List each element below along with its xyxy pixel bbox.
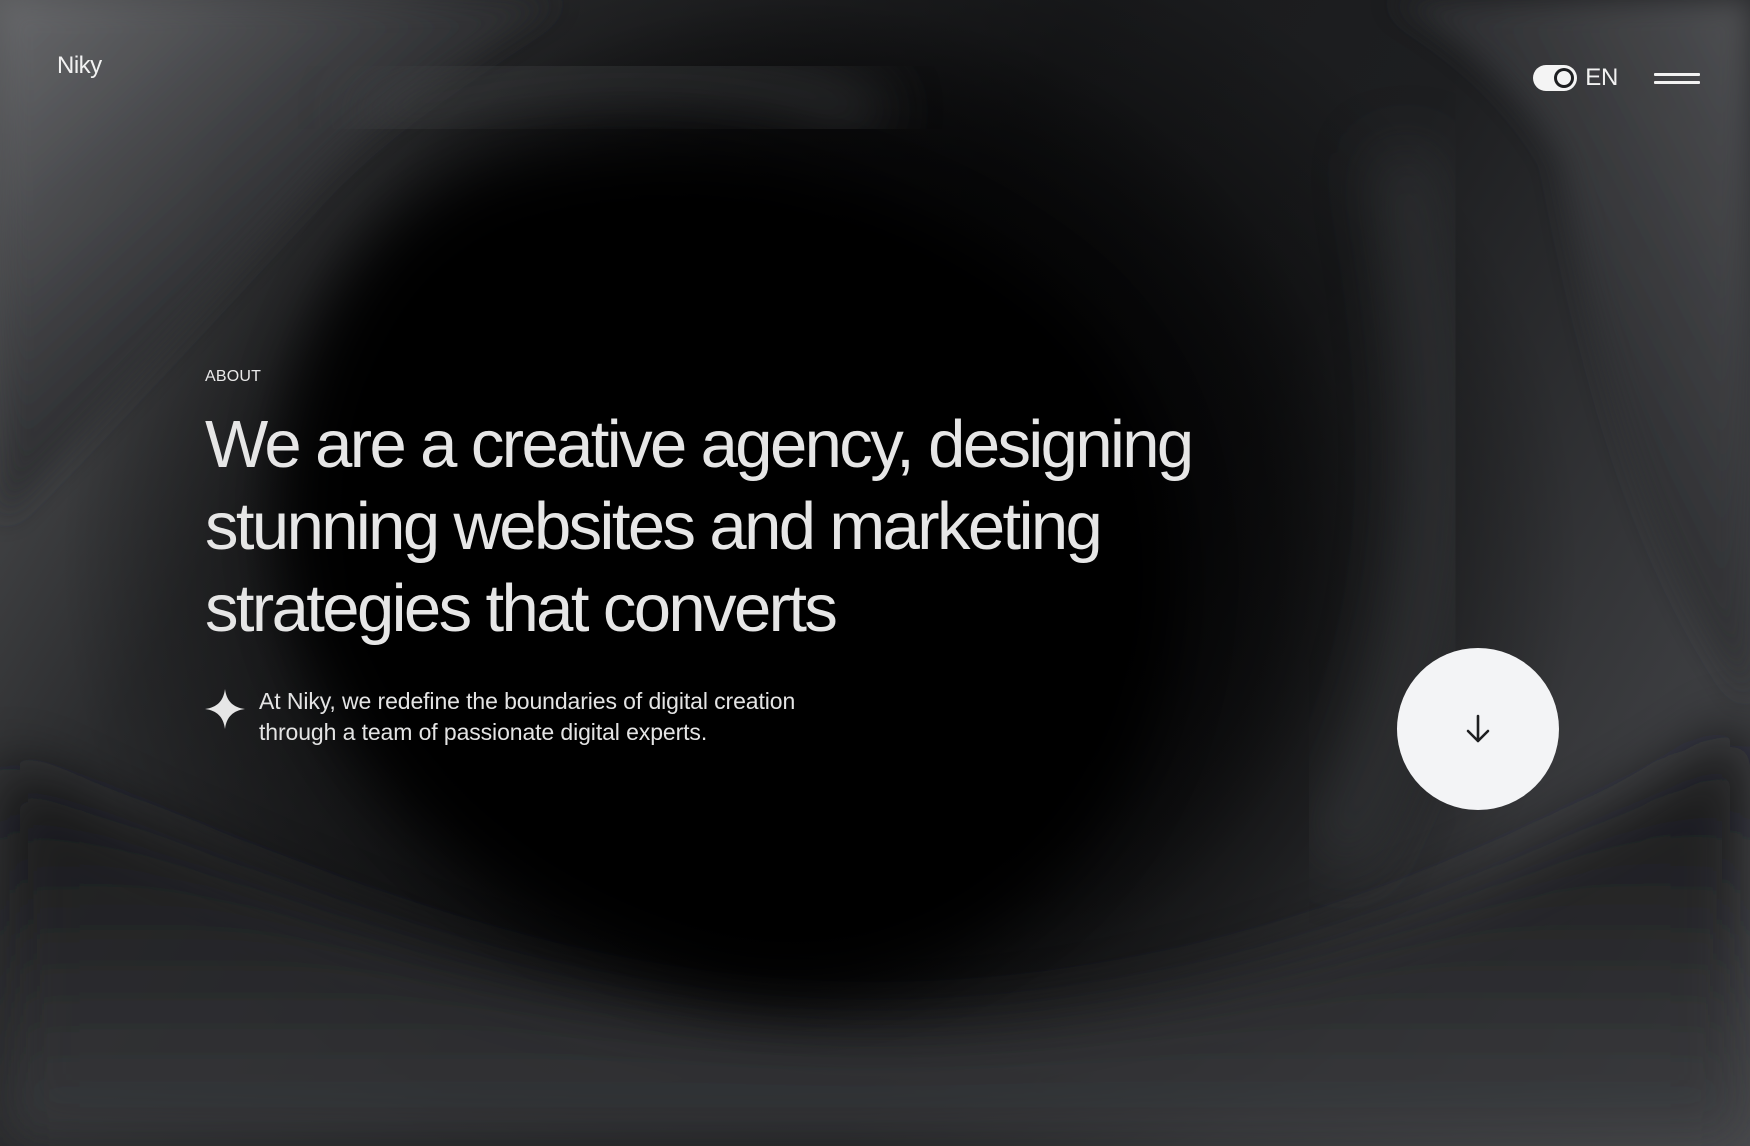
headline-line: stunning websites and marketing: [205, 489, 1103, 564]
menu-line-top: [1654, 73, 1700, 76]
hero-content: ABOUT We are a creative agency, designin…: [205, 368, 1205, 650]
headline-line: We are a creative agency, designing: [205, 407, 1194, 482]
scroll-down-button[interactable]: [1397, 648, 1559, 810]
page: Niky EN ABOUT We are a creative agency, …: [0, 0, 1750, 1146]
language-label: EN: [1585, 64, 1618, 91]
hamburger-menu-icon[interactable]: [1654, 67, 1700, 89]
intro-block: At Niky, we redefine the boundaries of d…: [205, 686, 795, 748]
section-eyebrow: ABOUT: [205, 368, 262, 385]
menu-line-bottom: [1654, 81, 1700, 84]
intro-line: At Niky, we redefine the boundaries of d…: [259, 688, 796, 714]
intro-line: through a team of passionate digital exp…: [259, 719, 708, 745]
language-toggle[interactable]: EN: [1533, 64, 1618, 92]
intro-text: At Niky, we redefine the boundaries of d…: [259, 686, 795, 748]
toggle-knob: [1554, 68, 1575, 88]
logo[interactable]: Niky: [57, 52, 102, 80]
toggle-switch[interactable]: [1533, 65, 1578, 91]
top-controls: EN: [1533, 64, 1700, 92]
arrow-down-icon: [1466, 714, 1490, 743]
hero-headline: We are a creative agency, designing stun…: [205, 404, 1205, 650]
sparkle-icon: [205, 689, 245, 729]
headline-line: strategies that converts: [205, 571, 838, 646]
